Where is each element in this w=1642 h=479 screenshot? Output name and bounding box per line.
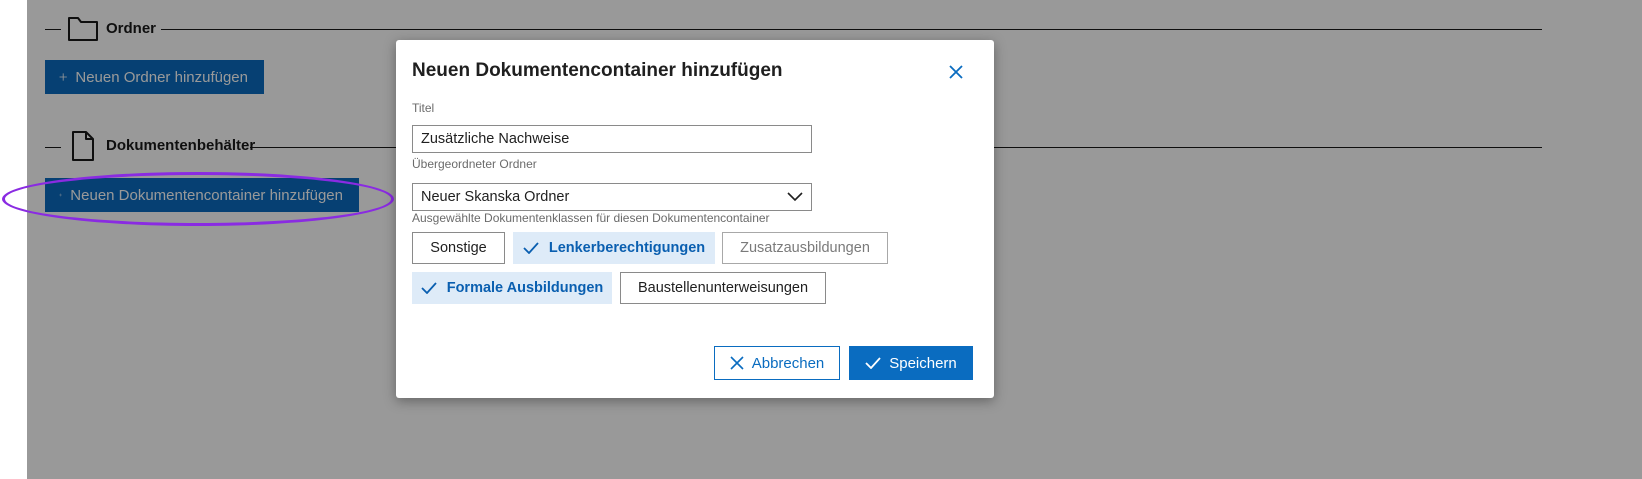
chevron-down-icon bbox=[787, 192, 803, 202]
parent-folder-label: Übergeordneter Ordner bbox=[412, 157, 537, 171]
save-button[interactable]: Speichern bbox=[849, 346, 973, 380]
highlight-annotation bbox=[2, 172, 394, 226]
add-container-dialog: Neuen Dokumentencontainer hinzufügen Tit… bbox=[396, 40, 994, 398]
check-icon bbox=[865, 357, 881, 369]
class-chip-label: Baustellenunterweisungen bbox=[637, 280, 809, 296]
dialog-title: Neuen Dokumentencontainer hinzufügen bbox=[412, 60, 783, 81]
close-icon bbox=[730, 356, 744, 370]
save-button-label: Speichern bbox=[889, 354, 957, 372]
document-classes-label: Ausgewählte Dokumentenklassen für diesen… bbox=[412, 211, 770, 225]
cancel-button[interactable]: Abbrechen bbox=[714, 346, 840, 380]
class-chip-lenkerberechtigungen[interactable]: Lenkerberechtigungen bbox=[513, 232, 715, 264]
class-chip-sonstige[interactable]: Sonstige bbox=[412, 232, 505, 264]
title-field-label: Titel bbox=[412, 101, 435, 115]
parent-folder-value: Neuer Skanska Ordner bbox=[421, 189, 570, 205]
class-chip-label: Zusatzausbildungen bbox=[740, 240, 870, 256]
check-icon bbox=[523, 242, 539, 254]
class-chip-label: Formale Ausbildungen bbox=[446, 280, 604, 296]
class-chip-baustellenunterweisungen[interactable]: Baustellenunterweisungen bbox=[620, 272, 826, 304]
class-chip-zusatzausbildungen[interactable]: Zusatzausbildungen bbox=[722, 232, 888, 264]
parent-folder-select[interactable]: Neuer Skanska Ordner bbox=[412, 183, 812, 211]
close-icon[interactable] bbox=[946, 62, 966, 82]
class-chip-formale-ausbildungen[interactable]: Formale Ausbildungen bbox=[412, 272, 612, 304]
check-icon bbox=[421, 282, 437, 294]
cancel-button-label: Abbrechen bbox=[751, 354, 825, 372]
title-input[interactable] bbox=[412, 125, 812, 153]
class-chip-label: Lenkerberechtigungen bbox=[548, 240, 706, 256]
class-chip-label: Sonstige bbox=[430, 240, 487, 256]
